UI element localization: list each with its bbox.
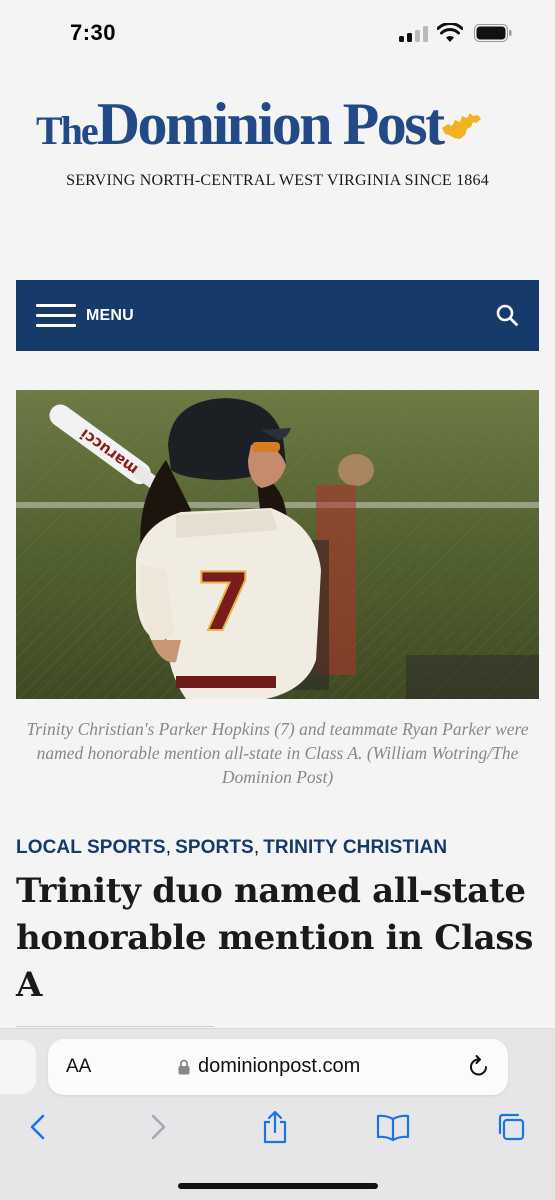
bookmarks-icon[interactable] (375, 1108, 411, 1146)
previous-tab-pill[interactable] (0, 1040, 36, 1094)
west-virginia-state-icon (442, 113, 481, 139)
cellular-signal-icon (399, 26, 429, 42)
status-bar: 7:30 (0, 0, 555, 62)
category-link-trinity-christian[interactable]: TRINITY CHRISTIAN (263, 837, 447, 858)
article-categories: LOCAL SPORTS, SPORTS, TRINITY CHRISTIAN (16, 837, 447, 859)
share-icon[interactable] (257, 1108, 293, 1146)
battery-icon (474, 24, 512, 42)
site-tagline: SERVING NORTH-CENTRAL WEST VIRGINIA SINC… (66, 172, 489, 189)
forward-icon[interactable] (140, 1108, 176, 1146)
back-icon[interactable] (20, 1108, 56, 1146)
tabs-icon[interactable] (493, 1108, 529, 1146)
svg-text:7: 7 (196, 556, 252, 649)
category-link-sports[interactable]: SPORTS (175, 837, 254, 858)
reload-icon[interactable] (468, 1054, 490, 1078)
main-navbar: MENU (16, 280, 539, 351)
category-separator: , (165, 837, 172, 858)
category-separator: , (253, 837, 260, 858)
hamburger-icon (36, 304, 76, 328)
text-size-button[interactable]: AA (66, 1056, 91, 1078)
article-headline: Trinity duo named all-state honorable me… (16, 871, 534, 1005)
site-logo[interactable]: TheDominion Post (0, 88, 555, 160)
address-bar[interactable]: AA dominionpost.com (48, 1039, 508, 1095)
url-text: dominionpost.com (198, 1055, 361, 1077)
masthead: TheDominion Post SERVING NORTH-CENTRAL W… (0, 88, 555, 189)
status-time: 7:30 (70, 20, 117, 45)
lock-icon (178, 1059, 190, 1075)
menu-button[interactable]: MENU (36, 302, 134, 330)
photo-caption: Trinity Christian's Parker Hopkins (7) a… (26, 719, 529, 787)
search-icon[interactable] (495, 303, 519, 327)
category-link-local-sports[interactable]: LOCAL SPORTS (16, 837, 166, 858)
browser-toolbar (0, 1108, 555, 1148)
article-hero-photo[interactable]: marucci 7 (16, 390, 539, 699)
logo-wordmark: TheDominion Post (36, 91, 445, 157)
divider (16, 1026, 214, 1027)
wifi-icon (437, 23, 463, 42)
home-indicator[interactable] (178, 1183, 378, 1189)
baseball-player-photo: marucci 7 (16, 390, 539, 699)
menu-label: MENU (86, 307, 134, 324)
